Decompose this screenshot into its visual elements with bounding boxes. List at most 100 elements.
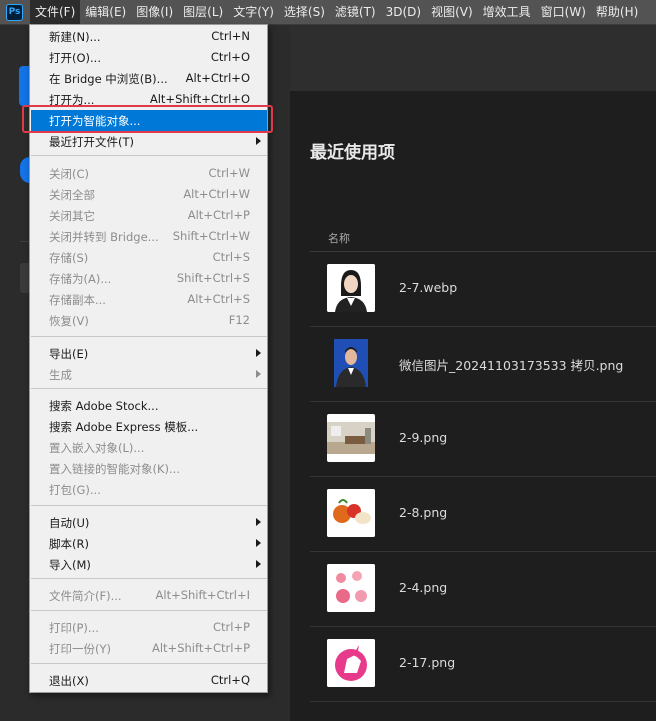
file-name: 2-17.png xyxy=(399,655,456,670)
menu-item-file-info[interactable]: 文件简介(F)... Alt+Shift+Ctrl+I xyxy=(31,585,267,606)
submenu-arrow-icon xyxy=(256,560,261,568)
unicorn-icon xyxy=(327,639,375,687)
menu-item-label: 脚本(R) xyxy=(49,537,89,551)
menu-item-shortcut: Ctrl+W xyxy=(208,166,250,180)
menu-item-label: 新建(N)... xyxy=(49,30,101,44)
menu-layer[interactable]: 图层(L) xyxy=(178,0,228,24)
column-header-name[interactable]: 名称 xyxy=(328,230,350,246)
menu-item-new[interactable]: 新建(N)... Ctrl+N xyxy=(31,26,267,47)
flowers-icon xyxy=(327,564,375,612)
menu-item-label: 在 Bridge 中浏览(B)... xyxy=(49,72,168,86)
menu-separator xyxy=(31,610,267,611)
menu-item-browse-in-bridge[interactable]: 在 Bridge 中浏览(B)... Alt+Ctrl+O xyxy=(31,68,267,89)
menu-item-label: 打印一份(Y) xyxy=(49,642,111,656)
recent-file-row[interactable]: 2-8.png xyxy=(310,477,656,552)
menu-separator xyxy=(31,663,267,664)
menu-item-save-copy[interactable]: 存储副本... Alt+Ctrl+S xyxy=(31,289,267,310)
recent-file-row[interactable]: 微信图片_20241103173533 拷贝.png xyxy=(310,327,656,402)
menu-item-exit[interactable]: 退出(X) Ctrl+Q xyxy=(31,670,267,691)
menu-filter[interactable]: 滤镜(T) xyxy=(330,0,381,24)
menu-view[interactable]: 视图(V) xyxy=(426,0,478,24)
photoshop-logo-icon: Ps xyxy=(6,3,23,21)
menu-item-package[interactable]: 打包(G)... xyxy=(31,479,267,500)
menu-type[interactable]: 文字(Y) xyxy=(228,0,279,24)
menu-item-shortcut: Alt+Ctrl+S xyxy=(187,292,250,306)
menu-separator xyxy=(31,336,267,337)
menu-window[interactable]: 窗口(W) xyxy=(536,0,591,24)
menu-item-automate[interactable]: 自动(U) xyxy=(31,512,267,533)
submenu-arrow-icon xyxy=(256,370,261,378)
menu-image[interactable]: 图像(I) xyxy=(131,0,178,24)
menu-item-shortcut: Ctrl+S xyxy=(212,250,250,264)
recent-file-row[interactable]: 2-7.webp xyxy=(310,252,656,327)
menu-item-print[interactable]: 打印(P)... Ctrl+P xyxy=(31,617,267,638)
menu-item-close-others[interactable]: 关闭其它 Alt+Ctrl+P xyxy=(31,205,267,226)
menu-item-shortcut: Alt+Ctrl+P xyxy=(187,208,250,222)
menu-item-shortcut: Ctrl+Q xyxy=(210,673,250,687)
menu-item-import[interactable]: 导入(M) xyxy=(31,554,267,575)
home-top-strip xyxy=(290,25,656,91)
menu-help[interactable]: 帮助(H) xyxy=(591,0,643,24)
menu-item-label: 存储为(A)... xyxy=(49,272,112,286)
menu-item-label: 生成 xyxy=(49,368,72,382)
menu-item-label: 搜索 Adobe Express 模板... xyxy=(49,420,199,434)
menu-item-shortcut: Shift+Ctrl+S xyxy=(176,271,250,285)
menu-item-label: 关闭其它 xyxy=(49,209,95,223)
menu-item-label: 关闭全部 xyxy=(49,188,95,202)
recent-title: 最近使用项 xyxy=(310,143,395,163)
file-name: 2-7.webp xyxy=(399,280,458,295)
menu-item-label: 最近打开文件(T) xyxy=(49,135,134,149)
menu-3d[interactable]: 3D(D) xyxy=(381,0,426,24)
portrait-icon xyxy=(327,264,375,312)
file-name: 微信图片_20241103173533 拷贝.png xyxy=(399,358,624,373)
highlight-annotation xyxy=(22,105,273,133)
menu-item-generate[interactable]: 生成 xyxy=(31,364,267,385)
menu-item-open[interactable]: 打开(O)... Ctrl+O xyxy=(31,47,267,68)
submenu-arrow-icon xyxy=(256,518,261,526)
menu-item-shortcut: Alt+Shift+Ctrl+I xyxy=(155,588,250,602)
menu-bar: Ps 文件(F) 编辑(E) 图像(I) 图层(L) 文字(Y) 选择(S) 滤… xyxy=(0,0,656,25)
menu-item-export[interactable]: 导出(E) xyxy=(31,343,267,364)
menu-separator xyxy=(31,505,267,506)
menu-item-revert[interactable]: 恢复(V) F12 xyxy=(31,310,267,331)
menu-item-print-one-copy[interactable]: 打印一份(Y) Alt+Shift+Ctrl+P xyxy=(31,638,267,659)
menu-file[interactable]: 文件(F) xyxy=(30,0,81,24)
menu-item-save[interactable]: 存储(S) Ctrl+S xyxy=(31,247,267,268)
menu-select[interactable]: 选择(S) xyxy=(279,0,330,24)
menu-item-close[interactable]: 关闭(C) Ctrl+W xyxy=(31,163,267,184)
menu-item-label: 打开(O)... xyxy=(49,51,101,65)
file-name: 2-9.png xyxy=(399,430,448,445)
menu-separator xyxy=(31,155,267,156)
recent-file-row[interactable]: 2-17.png xyxy=(310,627,656,702)
menu-item-label: 打印(P)... xyxy=(49,621,99,635)
file-name: 2-4.png xyxy=(399,580,448,595)
menu-item-search-adobe-stock[interactable]: 搜索 Adobe Stock... xyxy=(31,395,267,416)
menu-edit[interactable]: 编辑(E) xyxy=(80,0,131,24)
menu-item-shortcut: Ctrl+P xyxy=(212,620,250,634)
menu-item-place-embedded[interactable]: 置入嵌入对象(L)... xyxy=(31,437,267,458)
portrait-blue-icon xyxy=(327,339,375,387)
menu-item-shortcut: Alt+Shift+Ctrl+P xyxy=(151,641,250,655)
menu-plugins[interactable]: 增效工具 xyxy=(478,0,536,24)
menu-separator xyxy=(31,578,267,579)
menu-item-label: 关闭并转到 Bridge... xyxy=(49,230,159,244)
menu-item-save-as[interactable]: 存储为(A)... Shift+Ctrl+S xyxy=(31,268,267,289)
menu-item-label: 置入链接的智能对象(K)... xyxy=(49,462,180,476)
submenu-arrow-icon xyxy=(256,137,261,145)
recent-file-row[interactable]: 2-9.png xyxy=(310,402,656,477)
menu-item-search-adobe-express[interactable]: 搜索 Adobe Express 模板... xyxy=(31,416,267,437)
menu-item-label: 自动(U) xyxy=(49,516,90,530)
menu-item-label: 文件简介(F)... xyxy=(49,589,122,603)
menu-item-label: 搜索 Adobe Stock... xyxy=(49,399,159,413)
menu-item-place-linked[interactable]: 置入链接的智能对象(K)... xyxy=(31,458,267,479)
menu-item-shortcut: Ctrl+O xyxy=(210,50,250,64)
menu-item-open-recent[interactable]: 最近打开文件(T) xyxy=(31,131,267,152)
menu-item-scripts[interactable]: 脚本(R) xyxy=(31,533,267,554)
recent-file-row[interactable]: 2-4.png xyxy=(310,552,656,627)
menu-item-close-go-bridge[interactable]: 关闭并转到 Bridge... Shift+Ctrl+W xyxy=(31,226,267,247)
menu-item-label: 存储副本... xyxy=(49,293,106,307)
menu-item-shortcut: Alt+Ctrl+O xyxy=(185,71,250,85)
menu-item-label: 导入(M) xyxy=(49,558,91,572)
menu-item-close-all[interactable]: 关闭全部 Alt+Ctrl+W xyxy=(31,184,267,205)
room-icon xyxy=(327,414,375,462)
